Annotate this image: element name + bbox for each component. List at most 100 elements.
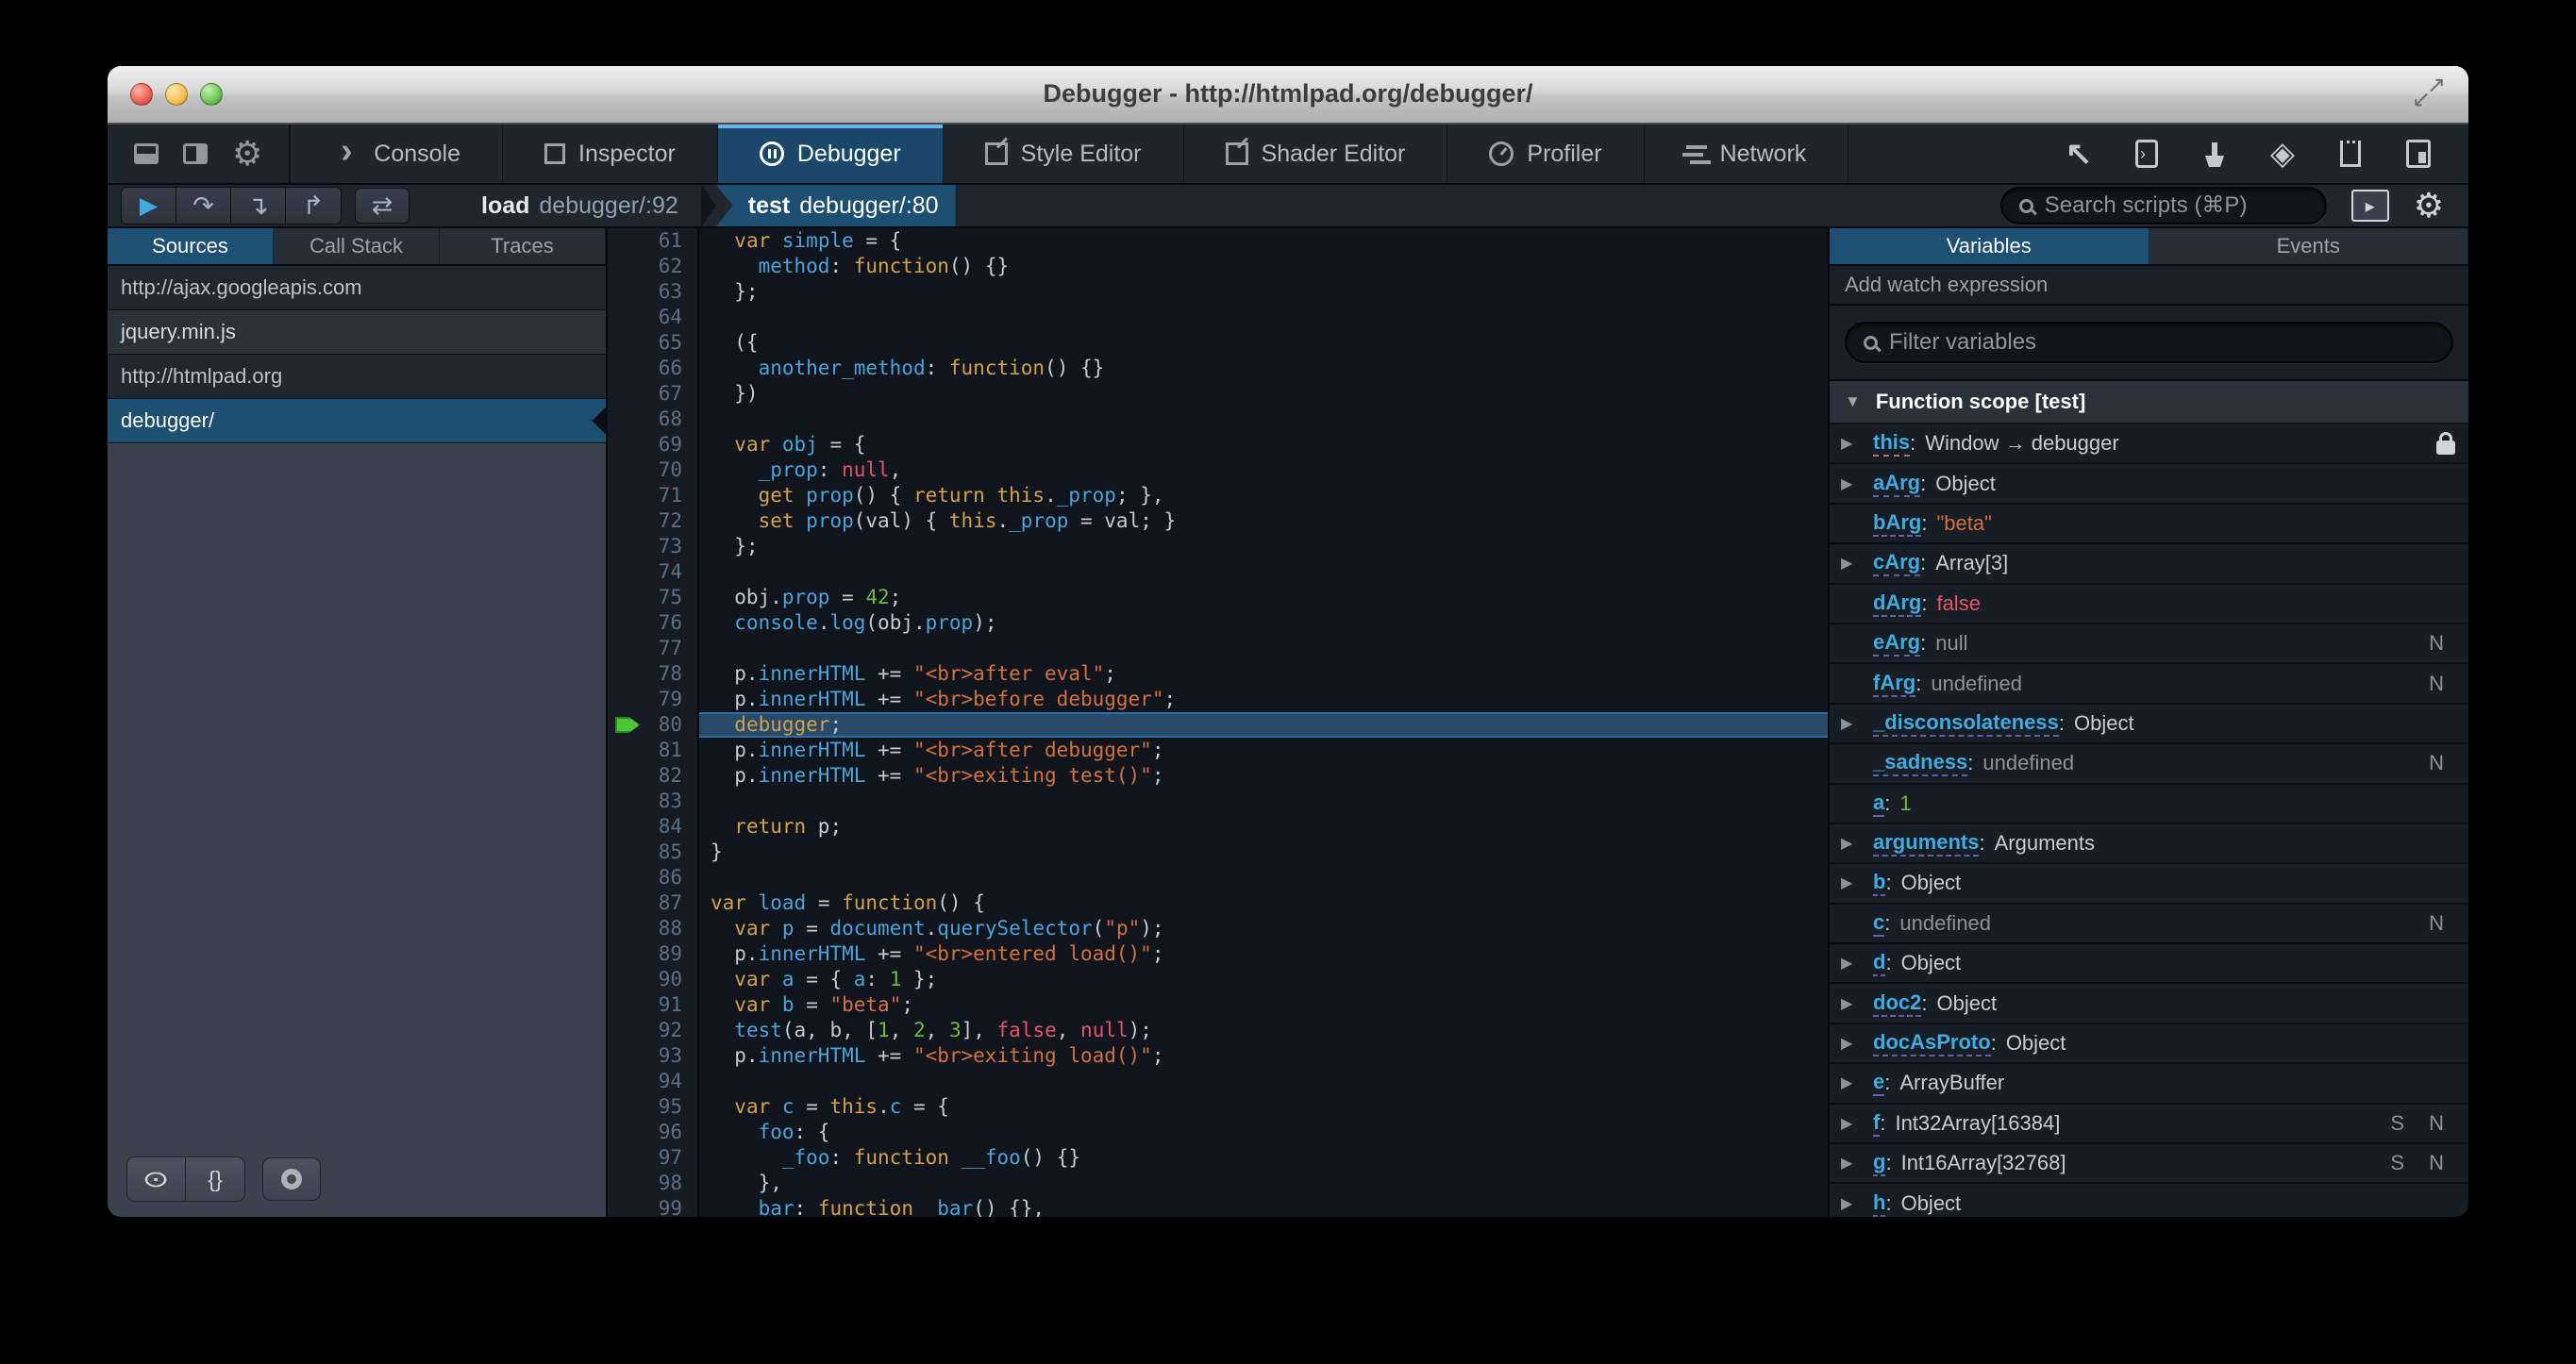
tab-console[interactable]: Console [291,125,504,183]
variable-value[interactable]: false [1936,591,1980,616]
variable-value[interactable]: Object [2006,1031,2066,1056]
variable-name[interactable]: aArg [1873,471,1921,497]
expand-arrow-icon[interactable]: ▶ [1841,994,1873,1013]
line-number[interactable]: 95 [608,1094,699,1120]
variable-row[interactable]: ▶ e: ArrayBuffer [1830,1064,2468,1105]
expand-arrow-icon[interactable]: ▶ [1841,554,1873,573]
variable-row[interactable]: ▶ _disconsolateness: Object [1830,705,2468,745]
variable-filter[interactable] [1845,322,2453,363]
line-number[interactable]: 93 [608,1043,699,1069]
blackbox-eye-icon[interactable]: ⊙ [127,1157,186,1201]
tab-shader-editor[interactable]: Shader Editor [1184,125,1448,183]
variable-row[interactable]: ▶ aArg: Object [1830,464,2468,505]
toggle-breakpoints-icon[interactable] [262,1157,321,1201]
variable-name[interactable]: dArg [1873,591,1922,617]
variable-row[interactable]: dArg: false [1830,585,2468,624]
expand-arrow-icon[interactable]: ▶ [1841,474,1873,493]
variable-value[interactable]: undefined [1899,911,1991,936]
pick-element-icon[interactable] [2063,138,2095,170]
line-number[interactable]: 92 [608,1018,699,1043]
variable-row[interactable]: ▶ b: Object [1830,864,2468,905]
expand-arrow-icon[interactable]: ▶ [1841,714,1873,733]
variable-row[interactable]: bArg: "beta" [1830,505,2468,545]
variables-tab-events[interactable]: Events [2149,228,2468,264]
line-number[interactable]: 99 [608,1196,699,1217]
variable-row[interactable]: ▶ cArg: Array[3] [1830,544,2468,585]
variable-name[interactable]: d [1873,950,1886,977]
stack-frame-crumb[interactable]: test debugger/:80 [715,185,956,226]
settings-gear-icon[interactable]: ⚙ [232,137,262,171]
line-number[interactable]: 70 [608,457,699,483]
script-search[interactable] [1999,187,2327,225]
expand-arrow-icon[interactable]: ▶ [1841,873,1873,892]
sidebar-tab-traces[interactable]: Traces [440,228,606,264]
variable-row[interactable]: ▶ f: Int32Array[16384] S N [1830,1105,2468,1145]
variable-name[interactable]: this [1873,430,1911,457]
variable-name[interactable]: docAsProto [1873,1030,1991,1057]
line-number[interactable]: 73 [608,534,699,559]
variable-name[interactable]: c [1873,910,1885,937]
variable-row[interactable]: c: undefined N [1830,905,2468,945]
expand-arrow-icon[interactable]: ▶ [1841,1073,1873,1092]
source-item[interactable]: jquery.min.js [108,310,606,355]
line-number[interactable]: 80 [608,712,699,738]
line-number[interactable]: 78 [608,661,699,687]
line-number[interactable]: 67 [608,381,699,407]
prettyprint-braces-icon[interactable]: {} [186,1157,244,1201]
dock-bottom-icon[interactable] [134,143,159,164]
line-number[interactable]: 61 [608,228,699,254]
tab-style-editor[interactable]: Style Editor [944,125,1184,183]
title-bar[interactable]: Debugger - http://htmlpad.org/debugger/ [108,66,2468,125]
variable-value[interactable]: ArrayBuffer [1899,1071,2004,1095]
expand-arrow-icon[interactable]: ▶ [1841,1194,1873,1213]
variable-row[interactable]: eArg: null N [1830,624,2468,665]
line-number[interactable]: 75 [608,585,699,610]
code-editor[interactable]: 61 var simple = {62 method: function() {… [608,228,1828,1217]
tab-inspector[interactable]: Inspector [503,125,718,183]
variable-value[interactable]: Object [1901,1191,1962,1216]
variable-name[interactable]: a [1873,790,1885,817]
line-number[interactable]: 85 [608,840,699,865]
debugger-options-gear-icon[interactable]: ⚙ [2414,189,2444,223]
line-number[interactable]: 69 [608,432,699,457]
step-in-button[interactable]: ↴ [231,188,286,224]
variable-value[interactable]: null [1935,631,1967,656]
responsive-mode-icon[interactable] [2406,140,2431,168]
panel-toggle-icon[interactable]: ▸ [2350,190,2389,222]
variable-row[interactable]: ▶ doc2: Object [1830,984,2468,1024]
collapse-arrow-icon[interactable]: ▼ [1845,392,1861,411]
resize-icon[interactable] [2412,72,2446,113]
step-out-button[interactable]: ↱ [286,188,341,224]
line-number[interactable]: 89 [608,941,699,967]
variable-value[interactable]: Int16Array[32768] [1901,1151,2066,1175]
expand-arrow-icon[interactable]: ▶ [1841,834,1873,853]
line-number[interactable]: 87 [608,890,699,916]
expand-arrow-icon[interactable]: ▶ [1841,954,1873,973]
variable-value[interactable]: Array[3] [1935,551,2008,575]
line-number[interactable]: 97 [608,1145,699,1171]
line-number[interactable]: 83 [608,789,699,814]
paintbrush-icon[interactable] [2212,142,2217,156]
line-number[interactable]: 77 [608,636,699,661]
expand-arrow-icon[interactable]: ▶ [1841,1114,1873,1133]
variable-value[interactable]: undefined [1982,751,2074,775]
line-number[interactable]: 90 [608,967,699,992]
variable-row[interactable]: ▶ g: Int16Array[32768] S N [1830,1144,2468,1185]
variable-value[interactable]: Object [2074,711,2134,736]
dock-side-icon[interactable] [183,143,208,164]
line-number[interactable]: 62 [608,254,699,279]
sidebar-tab-call-stack[interactable]: Call Stack [274,228,440,264]
variable-value[interactable]: Object [1901,951,1962,975]
variable-row[interactable]: ▶ docAsProto: Object [1830,1024,2468,1065]
line-number[interactable]: 91 [608,992,699,1018]
expand-arrow-icon[interactable]: ▶ [1841,434,1873,453]
line-number[interactable]: 71 [608,483,699,508]
variable-value[interactable]: Int32Array[16384] [1895,1111,2060,1136]
variable-name[interactable]: arguments [1873,830,1980,857]
stack-frame-crumb[interactable]: load debugger/:92 [464,185,695,226]
variable-value[interactable]: undefined [1931,672,2022,696]
line-number[interactable]: 64 [608,305,699,330]
variable-row[interactable]: ▶ this: Window → debugger [1830,424,2468,465]
line-number[interactable]: 86 [608,865,699,890]
line-number[interactable]: 72 [608,508,699,534]
